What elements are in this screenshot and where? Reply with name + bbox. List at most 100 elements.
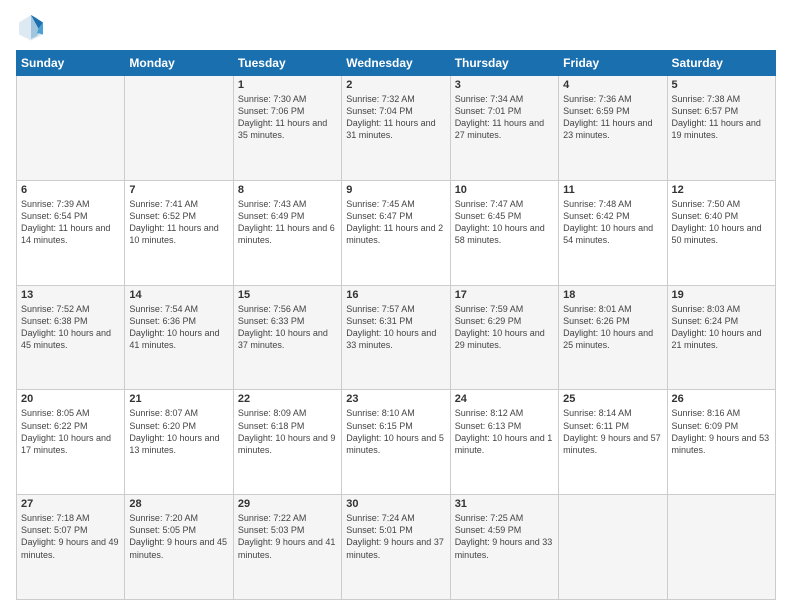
day-cell: 4Sunrise: 7:36 AM Sunset: 6:59 PM Daylig… [559,76,667,181]
day-number: 29 [238,498,337,510]
day-number: 18 [563,289,662,301]
day-cell: 3 Sunrise: 7:34 AM Sunset: 7:01 PM Daylig… [450,76,558,181]
day-cell: 26 Sunrise: 8:16 AM Sunset: 6:09 PM Dayli… [667,390,775,495]
day-number: 12 [672,184,771,196]
day-content: Sunrise: 7:30 AM Sunset: 7:06 PM Dayligh… [238,93,337,142]
day-cell: 13 Sunrise: 7:52 AM Sunset: 6:38 PM Dayli… [17,285,125,390]
col-header-friday: Friday [559,51,667,76]
day-content: Sunrise: 7:20 AM Sunset: 5:05 PM Dayligh… [129,512,228,561]
day-content: Sunrise: 7:41 AM Sunset: 6:52 PM Dayligh… [129,198,228,247]
day-number: 2 [346,79,445,91]
day-content: Sunrise: 8:03 AM Sunset: 6:24 PM Dayligh… [672,303,771,352]
day-content: Sunrise: 8:07 AM Sunset: 6:20 PM Dayligh… [129,407,228,456]
day-content: Sunrise: 7:38 AM Sunset: 6:57 PM Dayligh… [672,93,771,142]
day-number: 9 [346,184,445,196]
week-row-4: 27 Sunrise: 7:18 AM Sunset: 5:07 PM Dayli… [17,495,776,600]
day-number: 15 [238,289,337,301]
day-content: Sunrise: 7:34 AM Sunset: 7:01 PM Dayligh… [455,93,554,142]
day-cell: 12 Sunrise: 7:50 AM Sunset: 6:40 PM Dayli… [667,180,775,285]
day-cell [667,495,775,600]
week-row-3: 20 Sunrise: 8:05 AM Sunset: 6:22 PM Dayli… [17,390,776,495]
col-header-tuesday: Tuesday [233,51,341,76]
week-row-0: 1 Sunrise: 7:30 AM Sunset: 7:06 PM Daylig… [17,76,776,181]
day-cell: 2Sunrise: 7:32 AM Sunset: 7:04 PM Daylig… [342,76,450,181]
day-content: Sunrise: 7:24 AM Sunset: 5:01 PM Dayligh… [346,512,445,561]
day-cell: 14 Sunrise: 7:54 AM Sunset: 6:36 PM Dayli… [125,285,233,390]
day-content: Sunrise: 7:25 AM Sunset: 4:59 PM Dayligh… [455,512,554,561]
day-content: Sunrise: 7:43 AM Sunset: 6:49 PM Dayligh… [238,198,337,247]
day-content: Sunrise: 7:57 AM Sunset: 6:31 PM Dayligh… [346,303,445,352]
col-header-monday: Monday [125,51,233,76]
day-content: Sunrise: 8:16 AM Sunset: 6:09 PM Dayligh… [672,407,771,456]
day-content: Sunrise: 8:09 AM Sunset: 6:18 PM Dayligh… [238,407,337,456]
day-cell: 8 Sunrise: 7:43 AM Sunset: 6:49 PM Daylig… [233,180,341,285]
logo [16,12,50,42]
day-number: 3 [455,79,554,91]
day-number: 14 [129,289,228,301]
day-content: Sunrise: 7:56 AM Sunset: 6:33 PM Dayligh… [238,303,337,352]
day-cell [559,495,667,600]
day-number: 1 [238,79,337,91]
day-content: Sunrise: 8:01 AM Sunset: 6:26 PM Dayligh… [563,303,662,352]
day-number: 7 [129,184,228,196]
day-cell: 19 Sunrise: 8:03 AM Sunset: 6:24 PM Dayli… [667,285,775,390]
header-row: SundayMondayTuesdayWednesdayThursdayFrid… [17,51,776,76]
day-number: 4 [563,79,662,91]
week-row-1: 6Sunrise: 7:39 AM Sunset: 6:54 PM Daylig… [17,180,776,285]
day-content: Sunrise: 7:18 AM Sunset: 5:07 PM Dayligh… [21,512,120,561]
day-number: 10 [455,184,554,196]
day-cell: 29 Sunrise: 7:22 AM Sunset: 5:03 PM Dayli… [233,495,341,600]
day-cell: 18 Sunrise: 8:01 AM Sunset: 6:26 PM Dayli… [559,285,667,390]
day-number: 13 [21,289,120,301]
day-content: Sunrise: 7:22 AM Sunset: 5:03 PM Dayligh… [238,512,337,561]
day-content: Sunrise: 8:12 AM Sunset: 6:13 PM Dayligh… [455,407,554,456]
day-content: Sunrise: 8:10 AM Sunset: 6:15 PM Dayligh… [346,407,445,456]
day-number: 19 [672,289,771,301]
col-header-sunday: Sunday [17,51,125,76]
day-cell: 20 Sunrise: 8:05 AM Sunset: 6:22 PM Dayli… [17,390,125,495]
col-header-thursday: Thursday [450,51,558,76]
day-content: Sunrise: 8:05 AM Sunset: 6:22 PM Dayligh… [21,407,120,456]
day-cell: 10 Sunrise: 7:47 AM Sunset: 6:45 PM Dayli… [450,180,558,285]
day-number: 24 [455,393,554,405]
day-number: 30 [346,498,445,510]
col-header-wednesday: Wednesday [342,51,450,76]
day-cell: 31Sunrise: 7:25 AM Sunset: 4:59 PM Dayli… [450,495,558,600]
day-cell: 6Sunrise: 7:39 AM Sunset: 6:54 PM Daylig… [17,180,125,285]
day-number: 11 [563,184,662,196]
day-content: Sunrise: 7:47 AM Sunset: 6:45 PM Dayligh… [455,198,554,247]
day-cell: 28 Sunrise: 7:20 AM Sunset: 5:05 PM Dayli… [125,495,233,600]
day-number: 20 [21,393,120,405]
day-cell: 9 Sunrise: 7:45 AM Sunset: 6:47 PM Daylig… [342,180,450,285]
day-cell: 5Sunrise: 7:38 AM Sunset: 6:57 PM Daylig… [667,76,775,181]
day-content: Sunrise: 7:50 AM Sunset: 6:40 PM Dayligh… [672,198,771,247]
day-cell: 24 Sunrise: 8:12 AM Sunset: 6:13 PM Dayli… [450,390,558,495]
col-header-saturday: Saturday [667,51,775,76]
day-number: 16 [346,289,445,301]
day-cell: 16 Sunrise: 7:57 AM Sunset: 6:31 PM Dayli… [342,285,450,390]
logo-icon [16,12,46,42]
day-number: 28 [129,498,228,510]
day-cell: 11 Sunrise: 7:48 AM Sunset: 6:42 PM Dayli… [559,180,667,285]
week-row-2: 13 Sunrise: 7:52 AM Sunset: 6:38 PM Dayli… [17,285,776,390]
day-cell: 22 Sunrise: 8:09 AM Sunset: 6:18 PM Dayli… [233,390,341,495]
day-cell: 17Sunrise: 7:59 AM Sunset: 6:29 PM Dayli… [450,285,558,390]
day-number: 6 [21,184,120,196]
day-cell: 15 Sunrise: 7:56 AM Sunset: 6:33 PM Dayli… [233,285,341,390]
day-number: 22 [238,393,337,405]
header [16,12,776,42]
day-cell: 30 Sunrise: 7:24 AM Sunset: 5:01 PM Dayli… [342,495,450,600]
day-number: 23 [346,393,445,405]
day-content: Sunrise: 8:14 AM Sunset: 6:11 PM Dayligh… [563,407,662,456]
day-content: Sunrise: 7:59 AM Sunset: 6:29 PM Dayligh… [455,303,554,352]
day-cell: 25Sunrise: 8:14 AM Sunset: 6:11 PM Dayli… [559,390,667,495]
day-content: Sunrise: 7:52 AM Sunset: 6:38 PM Dayligh… [21,303,120,352]
day-cell: 1 Sunrise: 7:30 AM Sunset: 7:06 PM Daylig… [233,76,341,181]
day-number: 8 [238,184,337,196]
day-content: Sunrise: 7:45 AM Sunset: 6:47 PM Dayligh… [346,198,445,247]
day-content: Sunrise: 7:54 AM Sunset: 6:36 PM Dayligh… [129,303,228,352]
day-number: 26 [672,393,771,405]
day-cell: 21Sunrise: 8:07 AM Sunset: 6:20 PM Dayli… [125,390,233,495]
day-content: Sunrise: 7:48 AM Sunset: 6:42 PM Dayligh… [563,198,662,247]
day-number: 27 [21,498,120,510]
